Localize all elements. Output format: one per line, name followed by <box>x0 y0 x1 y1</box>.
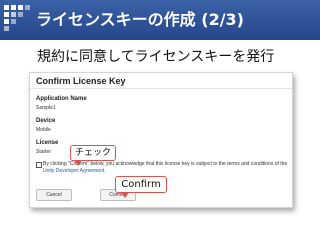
application-name-label: Application Name <box>36 96 87 102</box>
developer-agreement-link[interactable]: Unity Developer Agreement <box>43 168 104 174</box>
agreement-end: . <box>104 168 106 174</box>
agree-checkbox[interactable] <box>36 162 42 168</box>
device-label: Device <box>36 118 56 124</box>
slide-title: ライセンスキーの作成 (2/3) <box>36 10 244 29</box>
license-label: License <box>36 140 59 146</box>
check-callout-pointer <box>74 160 82 166</box>
panel-title: Confirm License Key <box>36 76 126 86</box>
panel-divider <box>30 88 292 89</box>
slide-header: ライセンスキーの作成 (2/3) <box>0 0 320 40</box>
check-callout: チェック <box>70 145 116 161</box>
grid-logo-icon <box>4 5 32 33</box>
device-value: Mobile <box>36 127 51 133</box>
slide-subtitle: 規約に同意してライセンスキーを発行 <box>37 49 275 65</box>
cancel-button[interactable]: Cancel <box>36 189 72 201</box>
confirm-callout-pointer <box>121 192 129 198</box>
license-value: Starter <box>36 149 52 155</box>
application-name-value: Sample1 <box>36 105 56 111</box>
confirm-callout: Confirm <box>115 176 167 193</box>
